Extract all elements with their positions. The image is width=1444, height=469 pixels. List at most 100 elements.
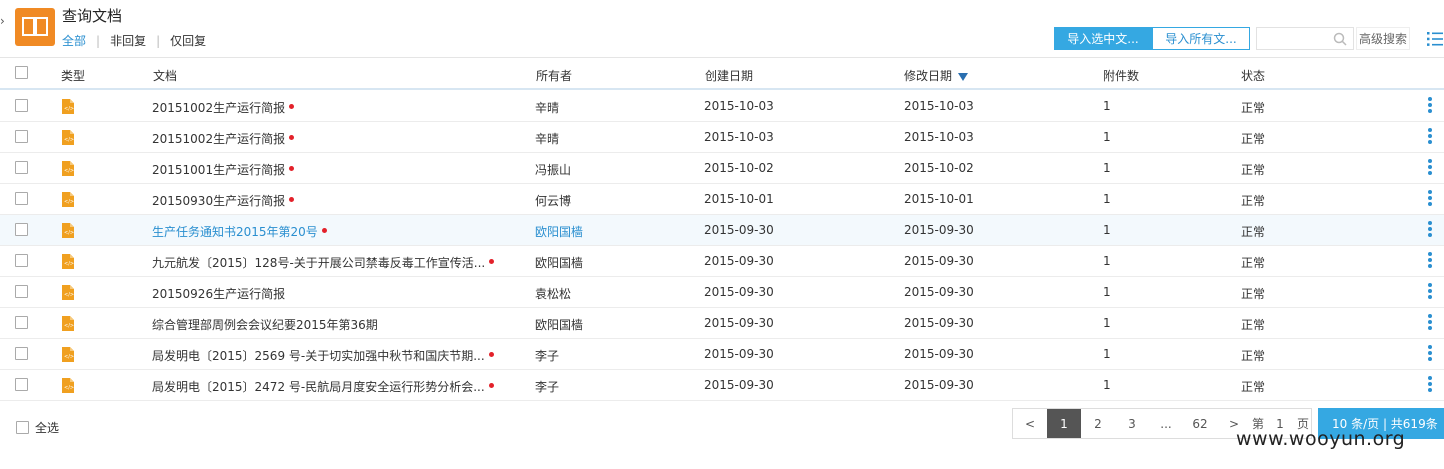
owner-cell[interactable]: 袁松松 — [535, 285, 571, 302]
more-options-icon[interactable] — [1427, 312, 1433, 336]
table-row[interactable]: </> 九元航发〔2015〕128号-关于开展公司禁毒反毒工作宣传活... 欧阳国樯… — [0, 246, 1444, 277]
document-link[interactable]: 局发明电〔2015〕2472 号-民航局月度安全运行形势分析会... — [152, 378, 494, 395]
table-row[interactable]: </> 综合管理部周例会会议纪要2015年第36期 欧阳国樯 2015-09-30 20… — [0, 308, 1444, 339]
document-file-icon: </> — [62, 254, 74, 269]
more-options-icon[interactable] — [1427, 95, 1433, 119]
owner-cell[interactable]: 辛晴 — [535, 99, 559, 116]
status-cell: 正常 — [1241, 101, 1266, 115]
more-options-icon[interactable] — [1427, 343, 1433, 367]
created-date-cell: 2015-10-02 — [704, 161, 774, 175]
search-input[interactable] — [1256, 27, 1354, 50]
column-status[interactable]: 状态 — [1241, 67, 1265, 84]
row-checkbox[interactable] — [15, 285, 28, 298]
owner-cell[interactable]: 欧阳国樯 — [535, 254, 583, 271]
select-all-checkbox[interactable] — [16, 421, 29, 434]
owner-cell[interactable]: 冯振山 — [535, 161, 571, 178]
column-document[interactable]: 文档 — [153, 67, 177, 84]
status-cell: 正常 — [1241, 256, 1266, 270]
owner-cell[interactable]: 欧阳国樯 — [535, 223, 583, 240]
select-all[interactable]: 全选 — [16, 419, 59, 436]
more-options-icon[interactable] — [1427, 219, 1433, 243]
row-checkbox[interactable] — [15, 347, 28, 360]
list-view-icon[interactable] — [1426, 30, 1444, 48]
header-checkbox[interactable] — [15, 66, 28, 79]
row-checkbox[interactable] — [15, 130, 28, 143]
table-row[interactable]: </> 20150930生产运行简报 何云博 2015-10-01 2015-10-01… — [0, 184, 1444, 215]
modified-date-cell: 2015-10-03 — [904, 130, 974, 144]
table-row[interactable]: </> 局发明电〔2015〕2569 号-关于切实加强中秋节和国庆节期... 李子 2… — [0, 339, 1444, 370]
page-button-last[interactable]: 62 — [1183, 409, 1217, 438]
owner-cell[interactable]: 李子 — [535, 347, 559, 364]
document-link[interactable]: 20150930生产运行简报 — [152, 192, 295, 209]
attachments-cell: 1 — [1103, 223, 1111, 237]
attachments-cell: 1 — [1103, 316, 1111, 330]
document-link[interactable]: 局发明电〔2015〕2569 号-关于切实加强中秋节和国庆节期... — [152, 347, 494, 364]
row-checkbox[interactable] — [15, 161, 28, 174]
row-checkbox[interactable] — [15, 254, 28, 267]
column-owner[interactable]: 所有者 — [536, 67, 572, 84]
table-row[interactable]: </> 局发明电〔2015〕2472 号-民航局月度安全运行形势分析会... 李子 2… — [0, 370, 1444, 401]
column-modified[interactable]: 修改日期 — [904, 67, 969, 84]
more-options-icon[interactable] — [1427, 374, 1433, 398]
column-type[interactable]: 类型 — [61, 67, 85, 84]
advanced-search-button[interactable]: 高级搜索 — [1356, 27, 1411, 50]
filter-non-reply[interactable]: 非回复 — [110, 32, 146, 49]
svg-text:</>: </> — [64, 354, 74, 360]
document-title: 20151002生产运行简报 — [152, 132, 286, 146]
svg-text:</>: </> — [64, 168, 74, 174]
row-checkbox[interactable] — [15, 378, 28, 391]
document-link[interactable]: 综合管理部周例会会议纪要2015年第36期 — [152, 316, 378, 333]
table-row[interactable]: </> 20151002生产运行简报 辛晴 2015-10-03 2015-10-03 1… — [0, 122, 1444, 153]
table-row[interactable]: </> 20151002生产运行简报 辛晴 2015-10-03 2015-10-03 1… — [0, 91, 1444, 122]
svg-text:</>: </> — [64, 292, 74, 298]
svg-text:</>: </> — [64, 106, 74, 112]
collapse-arrow-icon[interactable]: › — [0, 14, 12, 38]
document-link[interactable]: 20150926生产运行简报 — [152, 285, 285, 302]
column-attachments[interactable]: 附件数 — [1103, 67, 1139, 84]
owner-cell[interactable]: 欧阳国樯 — [535, 316, 583, 333]
status-cell: 正常 — [1241, 380, 1266, 394]
created-date-cell: 2015-10-03 — [704, 99, 774, 113]
status-cell: 正常 — [1241, 349, 1266, 363]
table-row[interactable]: </> 生产任务通知书2015年第20号 欧阳国樯 2015-09-30 2015-09… — [0, 215, 1444, 246]
more-options-icon[interactable] — [1427, 126, 1433, 150]
search-icon[interactable] — [1333, 32, 1347, 46]
more-options-icon[interactable] — [1427, 157, 1433, 181]
table-row[interactable]: </> 20151001生产运行简报 冯振山 2015-10-02 2015-10-02… — [0, 153, 1444, 184]
column-modified-label: 修改日期 — [904, 69, 953, 83]
more-options-icon[interactable] — [1427, 281, 1433, 305]
owner-cell[interactable]: 辛晴 — [535, 130, 559, 147]
watermark-text: www.wooyun.org — [1236, 428, 1406, 450]
document-title: 综合管理部周例会会议纪要2015年第36期 — [152, 318, 378, 332]
document-link[interactable]: 生产任务通知书2015年第20号 — [152, 223, 327, 240]
table-row[interactable]: </> 20150926生产运行简报 袁松松 2015-09-30 2015-09-30… — [0, 277, 1444, 308]
filter-all[interactable]: 全部 — [62, 32, 86, 49]
row-checkbox[interactable] — [15, 223, 28, 236]
document-file-icon: </> — [62, 378, 74, 393]
created-date-cell: 2015-10-01 — [704, 192, 774, 206]
owner-cell[interactable]: 何云博 — [535, 192, 571, 209]
row-checkbox[interactable] — [15, 99, 28, 112]
sort-descending-icon[interactable] — [958, 72, 969, 81]
document-link[interactable]: 九元航发〔2015〕128号-关于开展公司禁毒反毒工作宣传活... — [152, 254, 495, 271]
status-cell: 正常 — [1241, 194, 1266, 208]
row-checkbox[interactable] — [15, 316, 28, 329]
document-link[interactable]: 20151001生产运行简报 — [152, 161, 295, 178]
more-options-icon[interactable] — [1427, 250, 1433, 274]
import-selected-button[interactable]: 导入选中文... — [1054, 27, 1152, 50]
import-all-button[interactable]: 导入所有文... — [1152, 27, 1250, 50]
document-link[interactable]: 20151002生产运行简报 — [152, 130, 295, 147]
page-button-1[interactable]: 1 — [1047, 409, 1081, 438]
unread-dot-icon — [321, 228, 327, 233]
owner-cell[interactable]: 李子 — [535, 378, 559, 395]
filter-reply-only[interactable]: 仅回复 — [170, 32, 206, 49]
modified-date-cell: 2015-10-03 — [904, 99, 974, 113]
prev-page-button[interactable]: < — [1013, 409, 1047, 438]
more-options-icon[interactable] — [1427, 188, 1433, 212]
page-button-2[interactable]: 2 — [1081, 409, 1115, 438]
column-created[interactable]: 创建日期 — [705, 67, 753, 84]
page-button-3[interactable]: 3 — [1115, 409, 1149, 438]
document-link[interactable]: 20151002生产运行简报 — [152, 99, 295, 116]
created-date-cell: 2015-09-30 — [704, 347, 774, 361]
row-checkbox[interactable] — [15, 192, 28, 205]
